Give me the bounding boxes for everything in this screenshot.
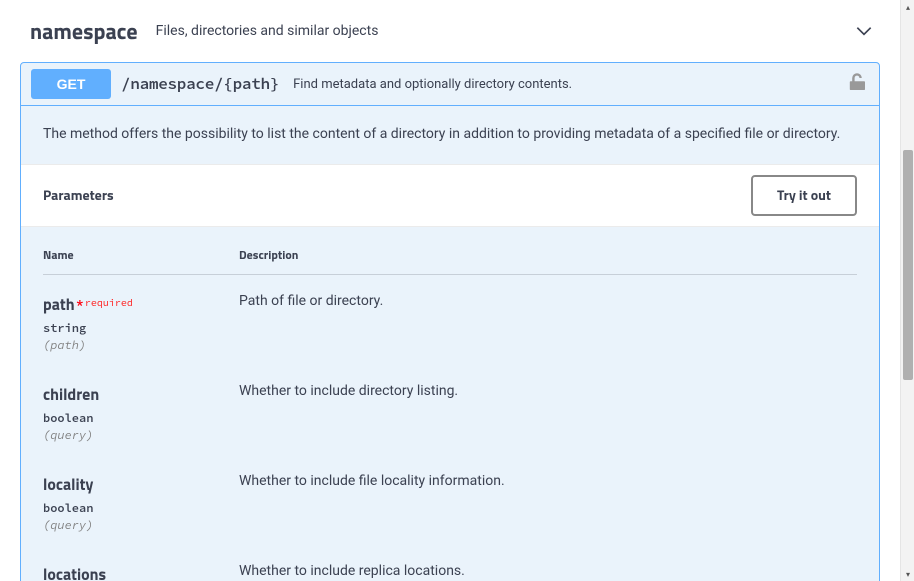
param-name: locality bbox=[43, 473, 239, 497]
operation-path: /namespace/{path} bbox=[121, 74, 279, 94]
tag-description: Files, directories and similar objects bbox=[156, 23, 854, 39]
param-in: (path) bbox=[43, 338, 239, 353]
parameter-row: path*required string (path) Path of file… bbox=[43, 293, 857, 353]
operation-description: The method offers the possibility to lis… bbox=[21, 106, 879, 164]
operation-summary-row[interactable]: GET /namespace/{path} Find metadata and … bbox=[21, 63, 879, 106]
try-it-out-button[interactable]: Try it out bbox=[751, 175, 857, 216]
scroll-up-icon[interactable]: ▴ bbox=[901, 0, 914, 14]
required-label: required bbox=[83, 296, 133, 309]
param-description: Path of file or directory. bbox=[239, 293, 857, 353]
param-type: string bbox=[43, 321, 239, 336]
param-name: children bbox=[43, 383, 239, 407]
tag-header[interactable]: namespace Files, directories and similar… bbox=[20, 12, 880, 62]
param-description: Whether to include directory listing. bbox=[239, 383, 857, 443]
column-header-description: Description bbox=[239, 245, 857, 264]
required-star: * bbox=[75, 298, 83, 314]
http-method-badge: GET bbox=[31, 69, 111, 99]
param-description: Whether to include file locality informa… bbox=[239, 473, 857, 533]
auth-lock-button[interactable] bbox=[845, 73, 869, 95]
param-in: (query) bbox=[43, 428, 239, 443]
param-description: Whether to include replica locations. bbox=[239, 563, 857, 581]
operation-block: GET /namespace/{path} Find metadata and … bbox=[20, 62, 880, 581]
scrollbar-thumb[interactable] bbox=[903, 150, 913, 380]
param-name: path bbox=[43, 293, 75, 317]
parameter-row: locations Whether to include replica loc… bbox=[43, 563, 857, 581]
vertical-scrollbar[interactable]: ▴ ▾ bbox=[900, 0, 914, 581]
param-name: locations bbox=[43, 563, 239, 581]
operation-summary: Find metadata and optionally directory c… bbox=[293, 77, 845, 92]
parameters-header: Parameters Try it out bbox=[21, 164, 879, 227]
parameter-row: locality boolean (query) Whether to incl… bbox=[43, 473, 857, 533]
parameters-title: Parameters bbox=[43, 185, 114, 206]
parameter-row: children boolean (query) Whether to incl… bbox=[43, 383, 857, 443]
param-type: boolean bbox=[43, 501, 239, 516]
scroll-down-icon[interactable]: ▾ bbox=[901, 567, 914, 581]
param-in: (query) bbox=[43, 518, 239, 533]
tag-name: namespace bbox=[30, 14, 138, 48]
parameters-table: Name Description path*required string (p… bbox=[21, 227, 879, 581]
column-header-name: Name bbox=[43, 245, 239, 264]
param-type: boolean bbox=[43, 411, 239, 426]
chevron-down-icon bbox=[854, 21, 874, 41]
unlock-icon bbox=[849, 73, 865, 91]
